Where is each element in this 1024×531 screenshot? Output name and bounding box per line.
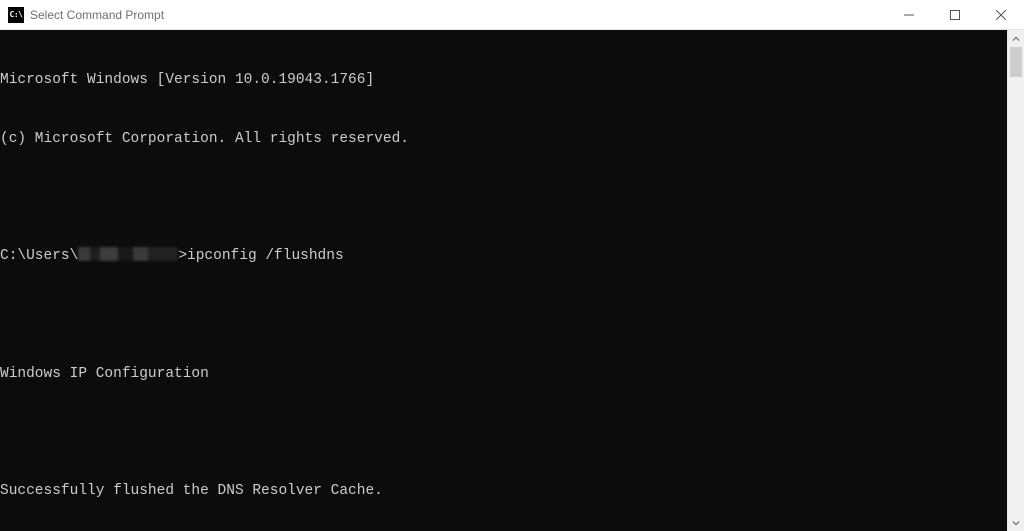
terminal-blank-line bbox=[0, 423, 1007, 443]
scroll-down-arrow-icon[interactable] bbox=[1008, 514, 1024, 531]
close-icon bbox=[996, 10, 1006, 20]
window-titlebar[interactable]: C:\ Select Command Prompt bbox=[0, 0, 1024, 30]
terminal-blank-line bbox=[0, 189, 1007, 209]
maximize-button[interactable] bbox=[932, 0, 978, 29]
terminal-prompt-line: C:\Users\ >ipconfig /flushdns bbox=[0, 247, 1007, 267]
terminal-line: (c) Microsoft Corporation. All rights re… bbox=[0, 130, 1007, 150]
redacted-username bbox=[78, 247, 178, 261]
terminal-blank-line bbox=[0, 306, 1007, 326]
content-area: Microsoft Windows [Version 10.0.19043.17… bbox=[0, 30, 1024, 531]
app-icon: C:\ bbox=[8, 7, 24, 23]
minimize-icon bbox=[904, 10, 914, 20]
terminal-line: Windows IP Configuration bbox=[0, 365, 1007, 385]
scroll-thumb[interactable] bbox=[1010, 47, 1022, 77]
terminal-line: Successfully flushed the DNS Resolver Ca… bbox=[0, 482, 1007, 502]
terminal-line: Microsoft Windows [Version 10.0.19043.17… bbox=[0, 71, 1007, 91]
close-button[interactable] bbox=[978, 0, 1024, 29]
scroll-up-arrow-icon[interactable] bbox=[1008, 30, 1024, 47]
vertical-scrollbar[interactable] bbox=[1007, 30, 1024, 531]
chevron-up-icon bbox=[1012, 35, 1020, 43]
terminal[interactable]: Microsoft Windows [Version 10.0.19043.17… bbox=[0, 30, 1007, 531]
minimize-button[interactable] bbox=[886, 0, 932, 29]
window-buttons bbox=[886, 0, 1024, 29]
chevron-down-icon bbox=[1012, 519, 1020, 527]
maximize-icon bbox=[950, 10, 960, 20]
prompt-command: >ipconfig /flushdns bbox=[178, 248, 343, 264]
prompt-prefix: C:\Users\ bbox=[0, 248, 78, 264]
window-title: Select Command Prompt bbox=[30, 8, 164, 22]
